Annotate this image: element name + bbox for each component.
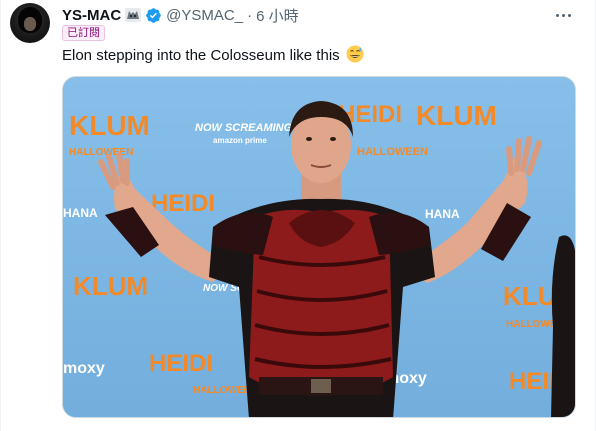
backdrop-logo-klum: KLUM xyxy=(73,271,148,301)
backdrop-logo-now-screaming: NOW SCREAMING xyxy=(195,122,293,134)
backdrop-logo-hana: HANA xyxy=(63,206,98,220)
separator-dot: · xyxy=(247,6,253,24)
grinning-face-with-sweat-icon xyxy=(346,45,364,63)
display-name[interactable]: YS-MAC xyxy=(62,7,121,24)
more-dot xyxy=(567,13,571,17)
backdrop-logo-heidi: HEIDI xyxy=(149,350,213,377)
verified-badge-icon[interactable] xyxy=(145,7,162,24)
backdrop-logo-amazon: amazon prime xyxy=(213,136,267,145)
backdrop-logo-halloween: HALLOWEEN xyxy=(69,147,133,158)
tweet-header: YS-MAC @YSMAC_ · 6 小時 xyxy=(62,5,299,25)
backdrop-logo-halloween: HALLOWEEN xyxy=(357,146,428,158)
backdrop-logo-hana: HANA xyxy=(425,207,460,221)
more-dot xyxy=(561,13,565,17)
backdrop-logo-klum: KLUM xyxy=(416,100,497,131)
photo-illustration: KLUM HEIDI KLUM HEIDI HALLOWEEN KLUM HEI… xyxy=(63,77,575,417)
timestamp[interactable]: 6 小時 xyxy=(256,5,299,26)
tweet-card[interactable]: YS-MAC @YSMAC_ · 6 小時 已訂閱 Elon stepping … xyxy=(0,0,596,431)
avatar-face xyxy=(24,17,36,31)
tweet-media-photo[interactable]: KLUM HEIDI KLUM HEIDI HALLOWEEN KLUM HEI… xyxy=(62,76,576,418)
backdrop-logo-moxy: moxy xyxy=(63,360,105,377)
wolf-badge-icon xyxy=(125,8,142,22)
user-handle[interactable]: @YSMAC_ xyxy=(166,7,243,24)
avatar[interactable] xyxy=(10,3,50,43)
tweet-text: Elon stepping into the Colosseum like th… xyxy=(62,45,364,66)
more-options-button[interactable] xyxy=(551,6,575,24)
more-dot xyxy=(555,13,559,17)
backdrop-logo-klum: KLUM xyxy=(69,110,150,141)
subscribed-badge: 已訂閱 xyxy=(62,25,105,41)
tweet-text-body: Elon stepping into the Colosseum like th… xyxy=(62,47,340,64)
backdrop-logo-heidi: HEIDI xyxy=(151,190,215,217)
